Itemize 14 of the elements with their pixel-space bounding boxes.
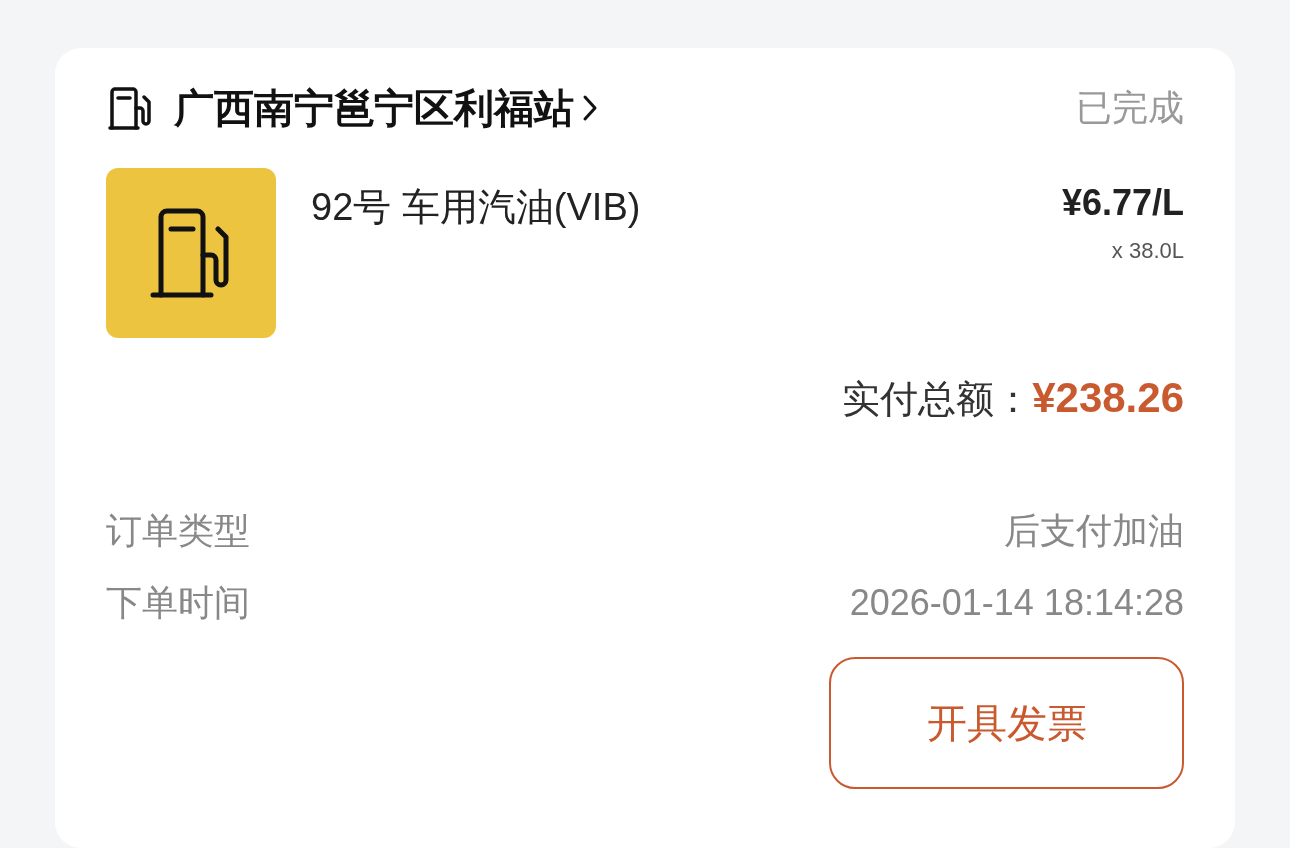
chevron-right-icon[interactable] <box>582 94 598 122</box>
detail-label: 订单类型 <box>106 508 250 553</box>
quantity: x 38.0L <box>1111 238 1184 264</box>
order-status: 已完成 <box>1076 85 1184 130</box>
detail-label: 下单时间 <box>106 580 250 625</box>
total-amount: ¥238.26 <box>1032 374 1184 422</box>
product-name: 92号 车用汽油(VIB) <box>311 185 641 230</box>
detail-value: 后支付加油 <box>1004 508 1184 553</box>
invoice-button[interactable]: 开具发票 <box>829 657 1184 789</box>
total-label: 实付总额： <box>842 377 1033 422</box>
fuel-pump-icon <box>106 84 154 132</box>
detail-value: 2026-01-14 18:14:28 <box>849 582 1184 624</box>
unit-price: ¥6.77/L <box>1061 182 1184 224</box>
station-name[interactable]: 广西南宁邕宁区利福站 <box>174 80 574 136</box>
